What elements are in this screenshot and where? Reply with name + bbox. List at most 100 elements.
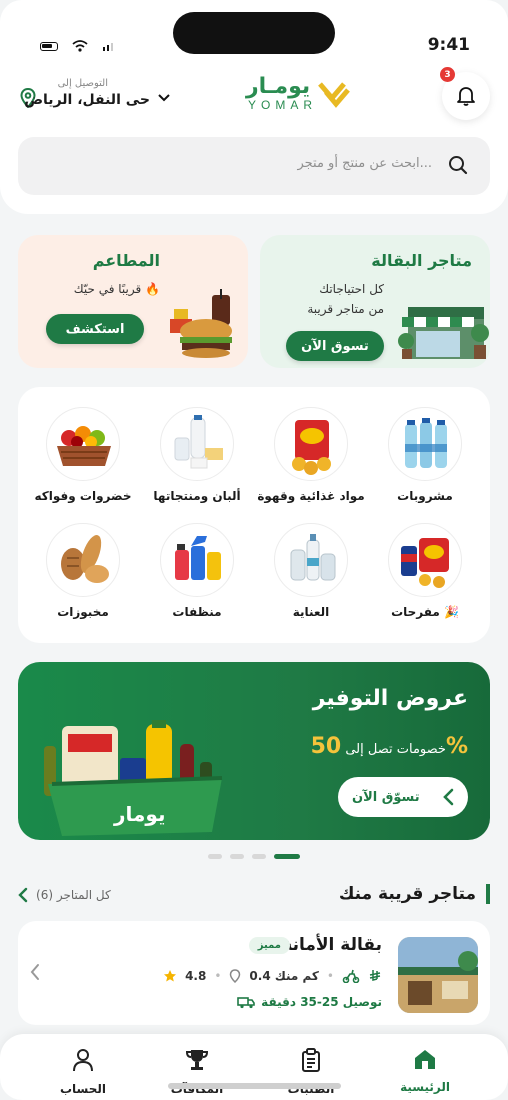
personal-care-image [274, 523, 348, 597]
grocery-line1: كل احتياجاتك [319, 282, 384, 296]
separator-dot: • [214, 969, 222, 983]
status-time: 9:41 [427, 35, 470, 55]
yomar-logo: يومـار YOMAR [246, 74, 356, 116]
store-delivery-time: توصيل 25-35 دقيقة [237, 995, 382, 1009]
categories-grid: مشروبات مواد غذائية وقهوة ألبان ومنتجاته… [18, 387, 490, 643]
grocery-store-illustration [398, 307, 489, 359]
restaurants-explore-button[interactable]: استكشف [46, 314, 144, 344]
chevron-left-icon [443, 788, 454, 806]
vegetables-image [46, 407, 120, 481]
banner-pagination [208, 854, 300, 859]
category-vegetables-fruits[interactable]: خضروات وفواكه [26, 407, 140, 503]
trophy-icon [185, 1050, 209, 1070]
app-screen: 9:41 التوصيل إلى حى النفل، الرياض يومـار… [0, 0, 508, 1100]
logo-text-ar: يومـار [246, 74, 311, 99]
category-label: منظفات [172, 605, 222, 619]
delivery-location-selector[interactable]: التوصيل إلى حى النفل، الرياض [18, 78, 178, 112]
nav-home-label: الرئيسية [400, 1080, 450, 1094]
burger-illustration [170, 289, 232, 358]
nearby-stores-title: متاجر قريبة منك [339, 884, 490, 904]
logo-text-en: YOMAR [248, 98, 318, 112]
location-pin-icon [230, 969, 241, 983]
store-card[interactable]: بقالة الأمانة مميز 4.8 • 0.4 كم منك • تو… [18, 921, 490, 1025]
grocery-stores-card[interactable]: متاجر البقالة كل احتياجاتك من متاجر قريب… [260, 235, 490, 368]
savings-offers-banner[interactable]: عروض التوفير خصومات تصل إلى 50% تسوّق ال… [18, 662, 490, 840]
cleaners-image [160, 523, 234, 597]
notification-badge: 3 [440, 67, 455, 82]
chevron-down-icon [158, 94, 170, 102]
category-label: مخبوزات [57, 605, 109, 619]
dynamic-island [173, 12, 335, 54]
pagination-dot[interactable] [252, 854, 266, 859]
category-treats[interactable]: مفرحات 🎉 [368, 523, 482, 619]
groceries-image [274, 407, 348, 481]
store-distance: 0.4 كم منك [249, 969, 319, 983]
category-beverages[interactable]: مشروبات [368, 407, 482, 503]
separator-dot: • [326, 969, 334, 983]
treats-image [388, 523, 462, 597]
store-image [398, 937, 478, 1013]
pagination-dot-active[interactable] [274, 854, 300, 859]
category-bakery[interactable]: مخبوزات [26, 523, 140, 619]
pagination-dot[interactable] [208, 854, 222, 859]
grocery-line2: من متاجر قريبة [307, 302, 384, 316]
chevron-left-icon [18, 887, 28, 903]
riyal-icon [369, 970, 381, 981]
home-icon [415, 1050, 435, 1069]
header-card: 9:41 التوصيل إلى حى النفل، الرياض يومـار… [0, 0, 508, 214]
category-cleaners[interactable]: منظفات [140, 523, 254, 619]
banner-subtitle-text: خصومات تصل إلى [345, 742, 446, 757]
delivery-truck-icon [237, 997, 255, 1009]
beverages-image [388, 407, 462, 481]
delivery-label: التوصيل إلى [57, 78, 108, 89]
signal-icon [103, 43, 113, 51]
banner-subtitle: خصومات تصل إلى 50% [311, 734, 468, 759]
category-label: خضروات وفواكه [34, 489, 132, 503]
see-all-stores-link[interactable]: كل المتاجر (6) [18, 887, 111, 903]
featured-badge: مميز [248, 937, 290, 954]
category-groceries-coffee[interactable]: مواد غذائية وقهوة [254, 407, 368, 503]
category-label: ألبان ومنتجاتها [153, 489, 241, 503]
category-label: مفرحات 🎉 [391, 605, 459, 619]
category-label: مواد غذائية وقهوة [257, 489, 365, 503]
user-icon [73, 1049, 93, 1072]
bakery-image [46, 523, 120, 597]
store-meta: 4.8 • 0.4 كم منك • [163, 969, 382, 983]
home-indicator [168, 1083, 341, 1089]
restaurants-subtitle: قريبًا في حيّك 🔥 [73, 282, 160, 296]
nav-account[interactable]: الحساب [38, 1048, 128, 1096]
search-icon [449, 156, 468, 175]
delivery-time-label: توصيل 25-35 دقيقة [261, 995, 382, 1009]
star-icon [164, 970, 177, 982]
store-rating: 4.8 [185, 969, 207, 983]
delivery-address: حى النفل، الرياض [24, 92, 150, 108]
category-dairy[interactable]: ألبان ومنتجاتها [140, 407, 254, 503]
basket-brand-label: يومار [114, 802, 166, 826]
category-label: العناية [292, 605, 330, 619]
pagination-dot[interactable] [230, 854, 244, 859]
scooter-icon [342, 969, 360, 983]
chevron-left-icon[interactable] [30, 963, 40, 981]
bell-icon [457, 87, 475, 106]
banner-shop-now-button[interactable]: تسوّق الآن [338, 777, 468, 817]
category-label: مشروبات [397, 489, 453, 503]
banner-button-label: تسوّق الآن [352, 789, 420, 805]
restaurants-card[interactable]: المطاعم قريبًا في حيّك 🔥 استكشف [18, 235, 248, 368]
grocery-shop-now-button[interactable]: تسوق الآن [286, 331, 384, 361]
status-icons [40, 40, 116, 52]
dairy-image [160, 407, 234, 481]
see-all-label: كل المتاجر (6) [36, 888, 111, 902]
grocery-title: متاجر البقالة [371, 251, 472, 270]
clipboard-icon [302, 1048, 320, 1072]
nav-account-label: الحساب [59, 1082, 107, 1096]
restaurants-title: المطاعم [92, 251, 160, 270]
bottom-navigation: الرئيسية الطلبات المكافآت الحساب [0, 1034, 508, 1100]
nav-home[interactable]: الرئيسية [380, 1048, 470, 1094]
banner-title: عروض التوفير [312, 686, 468, 711]
logo-mark-icon [318, 82, 350, 108]
category-personal-care[interactable]: العناية [254, 523, 368, 619]
search-placeholder: ابحث عن منتج أو متجر... [297, 156, 432, 171]
battery-icon [40, 41, 58, 51]
search-input[interactable]: ابحث عن منتج أو متجر... [18, 137, 490, 195]
wifi-icon [72, 40, 88, 52]
